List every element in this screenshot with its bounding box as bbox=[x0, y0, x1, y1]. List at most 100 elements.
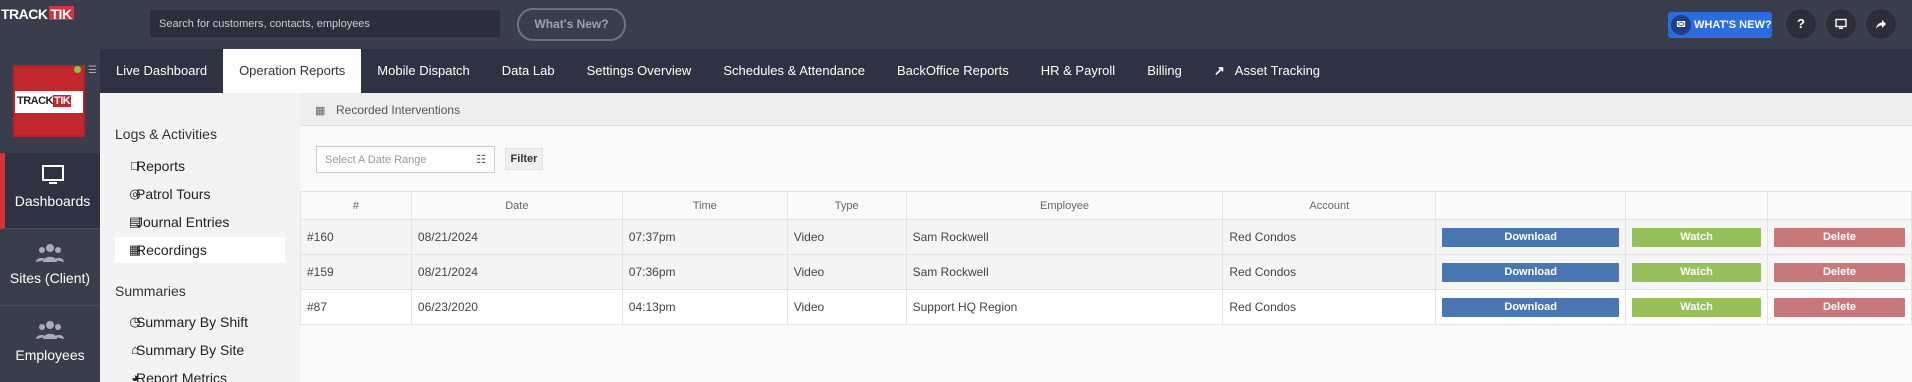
brand-logo-text: TRACKTIK bbox=[17, 95, 72, 107]
delete-button[interactable]: Delete bbox=[1774, 262, 1905, 282]
delete-button[interactable]: Delete bbox=[1774, 297, 1905, 317]
watch-button[interactable]: Watch bbox=[1632, 297, 1762, 317]
table-row: #160 08/21/2024 07:37pm Video Sam Rockwe… bbox=[300, 219, 1912, 255]
nav-billing[interactable]: Billing bbox=[1131, 49, 1198, 93]
nav-operation-reports[interactable]: Operation Reports bbox=[223, 49, 362, 93]
tracktik-logo[interactable]: TRACK TIK bbox=[0, 6, 74, 22]
cell-id: #160 bbox=[300, 219, 412, 255]
side-tab-label: Sites (Client) bbox=[9, 270, 91, 286]
submenu-item-journal-entries[interactable]: ▤ Journal Entries bbox=[115, 209, 285, 235]
column-header-time[interactable]: Time bbox=[621, 191, 788, 220]
document-icon: □ bbox=[131, 158, 139, 173]
cell-watch: Watch bbox=[1625, 219, 1769, 255]
column-header-id[interactable]: # bbox=[300, 191, 412, 220]
logo-text-track: TRACK bbox=[0, 6, 49, 22]
cell-watch: Watch bbox=[1625, 289, 1769, 325]
pie-chart-icon: ◕ bbox=[131, 370, 139, 382]
cell-time: 04:13pm bbox=[621, 289, 788, 325]
submenu-item-patrol-tours[interactable]: ◎ Patrol Tours bbox=[115, 181, 285, 207]
calendar-icon[interactable]: ☷ bbox=[476, 153, 486, 166]
people-icon bbox=[36, 244, 64, 262]
submenu-item-report-metrics[interactable]: ◕ Report Metrics bbox=[115, 365, 285, 382]
submenu-item-reports[interactable]: □ Reports bbox=[115, 153, 285, 179]
nav-settings-overview[interactable]: Settings Overview bbox=[571, 49, 708, 93]
watch-button[interactable]: Watch bbox=[1632, 227, 1762, 247]
column-header-employee[interactable]: Employee bbox=[905, 191, 1224, 220]
side-tab-label: Employees bbox=[15, 347, 85, 363]
arrow-up-right-icon: ↗ bbox=[1213, 63, 1225, 78]
column-header-download bbox=[1435, 191, 1627, 220]
home-icon: ⌂ bbox=[131, 342, 139, 357]
cell-type: Video bbox=[786, 219, 907, 255]
submenu-item-summary-by-site[interactable]: ⌂ Summary By Site bbox=[115, 337, 285, 363]
nav-data-lab[interactable]: Data Lab bbox=[486, 49, 571, 93]
cell-time: 07:37pm bbox=[621, 219, 788, 255]
delete-button[interactable]: Delete bbox=[1774, 227, 1905, 247]
cell-employee: Sam Rockwell bbox=[905, 254, 1224, 290]
filter-button[interactable]: Filter bbox=[505, 148, 543, 170]
cell-id: #159 bbox=[300, 254, 412, 290]
cell-date: 08/21/2024 bbox=[410, 219, 623, 255]
download-button[interactable]: Download bbox=[1442, 297, 1620, 317]
cell-download: Download bbox=[1435, 219, 1627, 255]
side-tab-dashboards[interactable]: Dashboards bbox=[0, 153, 100, 229]
whats-new-label: WHAT'S NEW? bbox=[1694, 19, 1772, 31]
main-nav: Live Dashboard Operation Reports Mobile … bbox=[100, 49, 1912, 93]
menu-icon[interactable]: ☰ bbox=[88, 65, 97, 76]
section-heading-logs: Logs & Activities bbox=[115, 126, 217, 142]
column-header-date[interactable]: Date bbox=[410, 191, 623, 220]
nav-hr-payroll[interactable]: HR & Payroll bbox=[1025, 49, 1131, 93]
section-heading-summaries: Summaries bbox=[115, 283, 186, 299]
brand-stripe-top bbox=[15, 67, 83, 91]
cell-type: Video bbox=[786, 289, 907, 325]
cell-watch: Watch bbox=[1625, 254, 1769, 290]
reports-submenu: Logs & Activities □ Reports ◎ Patrol Tours… bbox=[100, 93, 300, 382]
cell-date: 08/21/2024 bbox=[410, 254, 623, 290]
column-header-type[interactable]: Type bbox=[786, 191, 907, 220]
submenu-item-recordings[interactable]: ▦ Recordings bbox=[115, 237, 285, 263]
download-button[interactable]: Download bbox=[1442, 262, 1620, 282]
book-icon: ▤ bbox=[128, 214, 142, 229]
download-button[interactable]: Download bbox=[1442, 227, 1620, 247]
nav-asset-tracking[interactable]: ↗ Asset Tracking bbox=[1198, 49, 1336, 93]
nav-asset-tracking-label: Asset Tracking bbox=[1234, 63, 1321, 78]
monitor-icon[interactable] bbox=[1826, 9, 1856, 39]
cell-employee: Support HQ Region bbox=[905, 289, 1224, 325]
cell-type: Video bbox=[786, 254, 907, 290]
submenu-item-summary-by-shift[interactable]: ◷ Summary By Shift bbox=[115, 309, 285, 335]
brand-logo[interactable]: TRACKTIK bbox=[13, 65, 85, 137]
clock-icon: ◷ bbox=[129, 314, 141, 329]
nav-live-dashboard[interactable]: Live Dashboard bbox=[100, 49, 223, 93]
film-icon: ▦ bbox=[315, 105, 326, 117]
cell-delete: Delete bbox=[1767, 289, 1912, 325]
table-row: #159 08/21/2024 07:36pm Video Sam Rockwe… bbox=[300, 254, 1912, 290]
nav-schedules-attendance[interactable]: Schedules & Attendance bbox=[707, 49, 881, 93]
date-range-input[interactable] bbox=[317, 147, 467, 172]
cell-account: Red Condos bbox=[1222, 289, 1437, 325]
column-header-delete bbox=[1767, 191, 1912, 220]
nav-mobile-dispatch[interactable]: Mobile Dispatch bbox=[361, 49, 486, 93]
whats-new-button[interactable]: ✉ WHAT'S NEW? bbox=[1668, 12, 1772, 38]
whats-new-outline-button[interactable]: What's New? bbox=[517, 8, 626, 41]
watch-button[interactable]: Watch bbox=[1632, 262, 1762, 282]
cell-id: #87 bbox=[300, 289, 412, 325]
main-content: ▦ Recorded Interventions ☷ Filter # Date… bbox=[300, 93, 1912, 382]
table-row: #87 06/23/2020 04:13pm Video Support HQ … bbox=[300, 289, 1912, 325]
megaphone-icon: ✉ bbox=[1671, 15, 1691, 35]
search-input[interactable] bbox=[151, 11, 499, 36]
share-icon[interactable] bbox=[1866, 9, 1896, 39]
cell-account: Red Condos bbox=[1222, 219, 1437, 255]
cell-time: 07:36pm bbox=[621, 254, 788, 290]
page-title: Recorded Interventions bbox=[336, 103, 461, 117]
column-header-account[interactable]: Account bbox=[1222, 191, 1437, 220]
target-icon: ◎ bbox=[129, 186, 141, 201]
section-header: ▦ Recorded Interventions bbox=[300, 93, 1912, 126]
nav-backoffice-reports[interactable]: BackOffice Reports bbox=[881, 49, 1025, 93]
side-tab-employees[interactable]: Employees bbox=[0, 307, 100, 382]
recordings-table: # Date Time Type Employee Account #160 0… bbox=[300, 191, 1912, 325]
help-icon[interactable]: ? bbox=[1786, 9, 1816, 39]
left-sidebar: TRACKTIK ☰ Dashboards Sites (Client) Emp… bbox=[0, 49, 100, 382]
side-tab-sites-client[interactable]: Sites (Client) bbox=[0, 230, 100, 306]
film-icon: ▦ bbox=[128, 242, 142, 257]
cell-delete: Delete bbox=[1767, 219, 1912, 255]
